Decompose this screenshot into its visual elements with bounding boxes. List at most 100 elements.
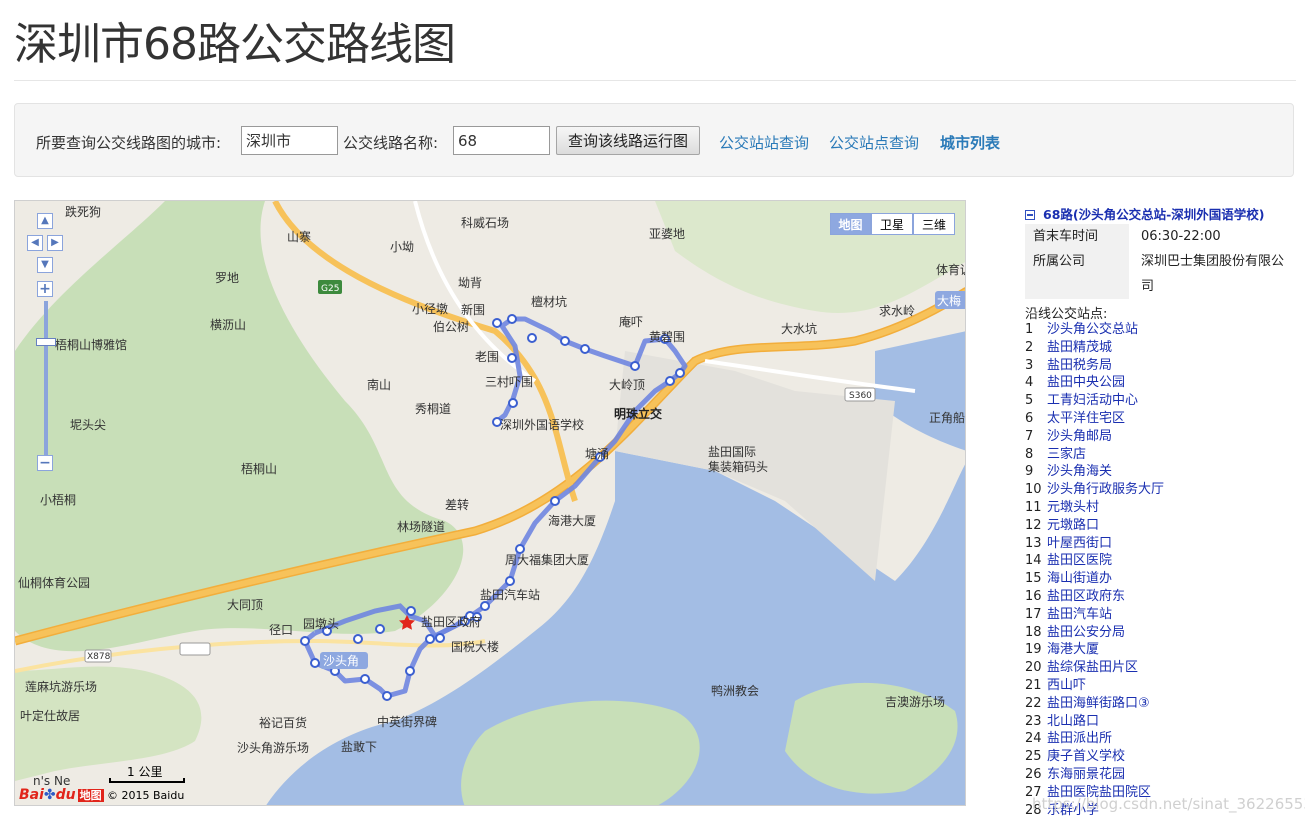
stop-name-link[interactable]: 元墩头村 — [1047, 500, 1099, 515]
bus-stop-marker[interactable] — [435, 633, 445, 643]
bus-stop-marker[interactable] — [665, 376, 675, 386]
stop-item[interactable]: 23 北山路口 — [1025, 713, 1099, 731]
stop-item[interactable]: 2 盐田精茂城 — [1025, 339, 1112, 357]
bus-stop-marker[interactable] — [527, 333, 537, 343]
stop-item[interactable]: 5 工青妇活动中心 — [1025, 392, 1138, 410]
map-type-map-button[interactable]: 地图 — [830, 213, 871, 235]
stop-item[interactable]: 8 三家店 — [1025, 446, 1086, 464]
pan-right-button[interactable]: ▶ — [47, 235, 63, 251]
stop-name-link[interactable]: 沙头角行政服务大厅 — [1047, 482, 1164, 497]
stop-item[interactable]: 10 沙头角行政服务大厅 — [1025, 481, 1164, 499]
bus-stop-marker[interactable] — [382, 691, 392, 701]
baidu-map-logo[interactable]: Bai✤du 地图 — [19, 787, 104, 803]
city-list-link[interactable]: 城市列表 — [940, 132, 1000, 153]
stop-item[interactable]: 12 元墩路口 — [1025, 517, 1099, 535]
map-label: 沙头角游乐场 — [237, 741, 309, 755]
bus-stop-marker[interactable] — [406, 606, 416, 616]
stop-item[interactable]: 22 盐田海鲜街路口③ — [1025, 695, 1150, 713]
map-label: 差转 — [445, 497, 469, 512]
stop-item[interactable]: 3 盐田税务局 — [1025, 357, 1112, 375]
bus-stop-marker[interactable] — [505, 576, 515, 586]
station-to-station-link[interactable]: 公交站站查询 — [719, 132, 809, 153]
bus-stop-marker[interactable] — [550, 496, 560, 506]
bus-stop-marker[interactable] — [492, 318, 502, 328]
stop-item[interactable]: 16 盐田区政府东 — [1025, 588, 1125, 606]
stop-name-link[interactable]: 盐田公安分局 — [1047, 625, 1125, 640]
bus-stop-marker[interactable] — [515, 544, 525, 554]
stop-name-link[interactable]: 沙头角公交总站 — [1047, 322, 1138, 337]
stop-name-link[interactable]: 盐田海鲜街路口③ — [1047, 696, 1150, 711]
stop-item[interactable]: 14 盐田区医院 — [1025, 552, 1112, 570]
bus-stop-marker[interactable] — [405, 666, 415, 676]
stop-item[interactable]: 11 元墩头村 — [1025, 499, 1099, 517]
stop-name-link[interactable]: 盐田中央公园 — [1047, 375, 1125, 390]
stop-name-link[interactable]: 盐综保盐田片区 — [1047, 660, 1138, 675]
city-input[interactable] — [241, 126, 338, 155]
map-type-satellite-button[interactable]: 卫星 — [871, 213, 913, 235]
bus-stop-marker[interactable] — [480, 601, 490, 611]
pan-left-button[interactable]: ◀ — [27, 235, 43, 251]
route-input[interactable] — [453, 126, 550, 155]
zoom-slider-handle[interactable] — [36, 338, 56, 346]
stop-item[interactable]: 4 盐田中央公园 — [1025, 374, 1125, 392]
bus-stop-marker[interactable] — [300, 636, 310, 646]
bus-stop-marker[interactable] — [580, 344, 590, 354]
bus-stop-marker[interactable] — [425, 634, 435, 644]
stop-name-link[interactable]: 盐田汽车站 — [1047, 607, 1112, 622]
stop-name-link[interactable]: 海山街道办 — [1047, 571, 1112, 586]
stop-name-link[interactable]: 沙头角邮局 — [1047, 429, 1112, 444]
zoom-out-button[interactable]: − — [37, 455, 53, 471]
map-label: 伯公树 — [433, 319, 469, 334]
stop-name-link[interactable]: 三家店 — [1047, 447, 1086, 462]
bus-stop-marker[interactable] — [353, 634, 363, 644]
stop-item[interactable]: 24 盐田派出所 — [1025, 730, 1112, 748]
bus-stop-marker[interactable] — [360, 674, 370, 684]
bus-stop-marker[interactable] — [310, 658, 320, 668]
stop-item[interactable]: 13 叶屋西街口 — [1025, 535, 1112, 553]
stop-name-link[interactable]: 盐田派出所 — [1047, 731, 1112, 746]
route-title[interactable]: 68路(沙头角公交总站-深圳外国语学校) — [1025, 204, 1265, 223]
bus-stop-marker[interactable] — [375, 624, 385, 634]
stop-name-link[interactable]: 叶屋西街口 — [1047, 536, 1112, 551]
zoom-in-button[interactable]: + — [37, 281, 53, 297]
station-query-link[interactable]: 公交站点查询 — [829, 132, 919, 153]
bus-stop-marker[interactable] — [560, 336, 570, 346]
stop-name-link[interactable]: 盐田区政府东 — [1047, 589, 1125, 604]
stop-name-link[interactable]: 盐田税务局 — [1047, 358, 1112, 373]
stop-item[interactable]: 18 盐田公安分局 — [1025, 624, 1125, 642]
stop-item[interactable]: 7 沙头角邮局 — [1025, 428, 1112, 446]
stop-name-link[interactable]: 元墩路口 — [1047, 518, 1099, 533]
collapse-icon[interactable] — [1025, 210, 1035, 220]
zoom-slider-track[interactable] — [44, 301, 48, 455]
stop-item[interactable]: 19 海港大厦 — [1025, 641, 1099, 659]
bus-stop-marker[interactable] — [507, 314, 517, 324]
stop-name-link[interactable]: 盐田区医院 — [1047, 553, 1112, 568]
stop-item[interactable]: 25 庚子首义学校 — [1025, 748, 1125, 766]
bus-stop-marker[interactable] — [675, 368, 685, 378]
stop-name-link[interactable]: 沙头角海关 — [1047, 464, 1112, 479]
pan-up-button[interactable]: ▲ — [37, 213, 53, 229]
bus-stop-marker[interactable] — [507, 353, 517, 363]
stop-name-link[interactable]: 庚子首义学校 — [1047, 749, 1125, 764]
map-type-3d-button[interactable]: 三维 — [913, 213, 955, 235]
stop-item[interactable]: 17 盐田汽车站 — [1025, 606, 1112, 624]
pan-down-button[interactable]: ▼ — [37, 257, 53, 273]
stop-item[interactable]: 26 东海丽景花园 — [1025, 766, 1125, 784]
bus-stop-marker[interactable] — [508, 398, 518, 408]
stop-item[interactable]: 1 沙头角公交总站 — [1025, 321, 1138, 339]
bus-stop-marker[interactable] — [630, 361, 640, 371]
query-route-button[interactable]: 查询该线路运行图 — [556, 126, 700, 155]
stop-item[interactable]: 15 海山街道办 — [1025, 570, 1112, 588]
stop-item[interactable]: 9 沙头角海关 — [1025, 463, 1112, 481]
stop-name-link[interactable]: 西山吓 — [1047, 678, 1086, 693]
stop-name-link[interactable]: 盐田精茂城 — [1047, 340, 1112, 355]
stop-name-link[interactable]: 工青妇活动中心 — [1047, 393, 1138, 408]
stop-name-link[interactable]: 海港大厦 — [1047, 642, 1099, 657]
stop-item[interactable]: 20 盐综保盐田片区 — [1025, 659, 1138, 677]
stop-name-link[interactable]: 太平洋住宅区 — [1047, 411, 1125, 426]
stop-item[interactable]: 6 太平洋住宅区 — [1025, 410, 1125, 428]
stop-name-link[interactable]: 东海丽景花园 — [1047, 767, 1125, 782]
stop-item[interactable]: 21 西山吓 — [1025, 677, 1086, 695]
route-map[interactable]: 跌死狗山寨小坳 科威石场亚婆地体育训大梅 罗地 G25 坳背小径墩新围 檀材坑伯公树 庵吓黄… — [14, 200, 966, 806]
stop-name-link[interactable]: 北山路口 — [1047, 714, 1099, 729]
